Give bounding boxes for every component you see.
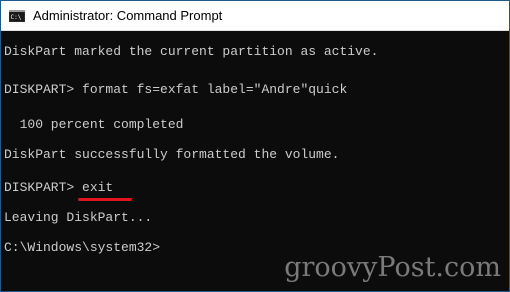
svg-text:C:\: C:\ (11, 14, 22, 21)
console-line: DiskPart successfully formatted the volu… (4, 147, 340, 162)
console-line: 100 percent completed (4, 117, 184, 132)
console-line: DiskPart marked the current partition as… (4, 44, 379, 59)
console-line: Leaving DiskPart... (4, 210, 153, 225)
command-prompt-window: C:\ Administrator: Command Prompt DiskPa… (0, 0, 510, 292)
title-bar[interactable]: C:\ Administrator: Command Prompt (1, 1, 509, 31)
console-prompt-line: C:\Windows\system32> (4, 240, 161, 255)
window-title: Administrator: Command Prompt (33, 8, 223, 23)
cmd-console-icon: C:\ (9, 10, 25, 22)
console-line: DISKPART> format fs=exfat label="Andre"q… (4, 82, 348, 97)
console-line-exit-command: DISKPART> exit (4, 180, 114, 195)
exit-underline-annotation (78, 198, 132, 201)
watermark-logo: groovyPost.com (284, 252, 501, 283)
console-output[interactable]: DiskPart marked the current partition as… (1, 31, 509, 291)
